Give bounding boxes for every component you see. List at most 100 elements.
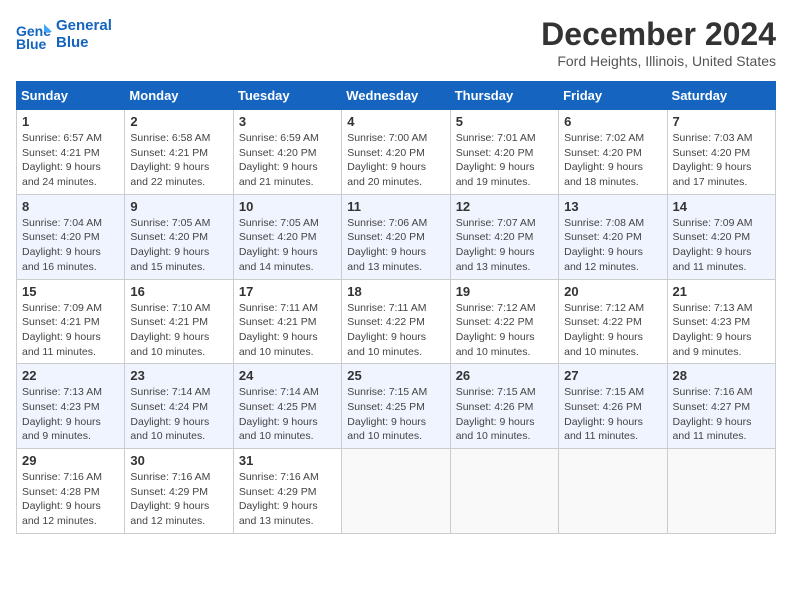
day-number: 19 — [456, 284, 553, 299]
table-cell: 20 Sunrise: 7:12 AMSunset: 4:22 PMDayligh… — [559, 279, 667, 364]
day-info: Sunrise: 7:16 AMSunset: 4:28 PMDaylight:… — [22, 470, 119, 529]
table-cell: 9 Sunrise: 7:05 AMSunset: 4:20 PMDaylight… — [125, 194, 233, 279]
logo-icon: General Blue — [16, 16, 52, 52]
day-number: 29 — [22, 453, 119, 468]
month-title: December 2024 — [541, 16, 776, 53]
col-sunday: Sunday — [17, 82, 125, 110]
table-cell — [450, 449, 558, 534]
table-cell: 3Sunrise: 6:59 AMSunset: 4:20 PMDaylight… — [233, 110, 341, 195]
day-number: 11 — [347, 199, 444, 214]
day-number: 17 — [239, 284, 336, 299]
table-cell: 1 Sunrise: 6:57 AMSunset: 4:21 PMDaylight… — [17, 110, 125, 195]
table-cell: 12 Sunrise: 7:07 AMSunset: 4:20 PMDayligh… — [450, 194, 558, 279]
table-cell: 17Sunrise: 7:11 AMSunset: 4:21 PMDayligh… — [233, 279, 341, 364]
day-info: Sunrise: 7:12 AMSunset: 4:22 PMDaylight:… — [456, 301, 553, 360]
logo-line2: Blue — [56, 34, 112, 51]
table-cell: 30 Sunrise: 7:16 AMSunset: 4:29 PMDayligh… — [125, 449, 233, 534]
table-cell: 14 Sunrise: 7:09 AMSunset: 4:20 PMDayligh… — [667, 194, 775, 279]
col-saturday: Saturday — [667, 82, 775, 110]
day-info: Sunrise: 7:13 AMSunset: 4:23 PMDaylight:… — [673, 301, 770, 360]
day-info: Sunrise: 7:03 AMSunset: 4:20 PMDaylight:… — [673, 131, 770, 190]
page-header: General Blue General Blue December 2024 … — [16, 16, 776, 69]
table-cell: 13Sunrise: 7:08 AMSunset: 4:20 PMDayligh… — [559, 194, 667, 279]
day-info: Sunrise: 7:00 AMSunset: 4:20 PMDaylight:… — [347, 131, 444, 190]
table-cell: 19 Sunrise: 7:12 AMSunset: 4:22 PMDayligh… — [450, 279, 558, 364]
day-number: 31 — [239, 453, 336, 468]
day-info: Sunrise: 7:15 AMSunset: 4:25 PMDaylight:… — [347, 385, 444, 444]
day-info: Sunrise: 6:59 AMSunset: 4:20 PMDaylight:… — [239, 131, 336, 190]
day-info: Sunrise: 7:14 AMSunset: 4:25 PMDaylight:… — [239, 385, 336, 444]
table-cell: 24 Sunrise: 7:14 AMSunset: 4:25 PMDayligh… — [233, 364, 341, 449]
col-friday: Friday — [559, 82, 667, 110]
day-number: 24 — [239, 368, 336, 383]
table-cell: 10Sunrise: 7:05 AMSunset: 4:20 PMDayligh… — [233, 194, 341, 279]
day-number: 21 — [673, 284, 770, 299]
day-info: Sunrise: 7:09 AMSunset: 4:21 PMDaylight:… — [22, 301, 119, 360]
day-info: Sunrise: 7:14 AMSunset: 4:24 PMDaylight:… — [130, 385, 227, 444]
day-info: Sunrise: 6:57 AMSunset: 4:21 PMDaylight:… — [22, 131, 119, 190]
day-number: 27 — [564, 368, 661, 383]
table-cell: 23 Sunrise: 7:14 AMSunset: 4:24 PMDayligh… — [125, 364, 233, 449]
day-number: 18 — [347, 284, 444, 299]
day-info: Sunrise: 7:05 AMSunset: 4:20 PMDaylight:… — [130, 216, 227, 275]
table-cell: 11 Sunrise: 7:06 AMSunset: 4:20 PMDayligh… — [342, 194, 450, 279]
day-info: Sunrise: 7:13 AMSunset: 4:23 PMDaylight:… — [22, 385, 119, 444]
day-number: 7 — [673, 114, 770, 129]
table-cell: 7 Sunrise: 7:03 AMSunset: 4:20 PMDaylight… — [667, 110, 775, 195]
day-number: 30 — [130, 453, 227, 468]
table-cell: 16Sunrise: 7:10 AMSunset: 4:21 PMDayligh… — [125, 279, 233, 364]
day-number: 20 — [564, 284, 661, 299]
day-number: 2 — [130, 114, 227, 129]
day-number: 12 — [456, 199, 553, 214]
day-number: 28 — [673, 368, 770, 383]
calendar-row: 15 Sunrise: 7:09 AMSunset: 4:21 PMDayligh… — [17, 279, 776, 364]
day-number: 15 — [22, 284, 119, 299]
logo-line1: General — [56, 17, 112, 34]
day-number: 25 — [347, 368, 444, 383]
day-number: 26 — [456, 368, 553, 383]
table-cell: 26 Sunrise: 7:15 AMSunset: 4:26 PMDayligh… — [450, 364, 558, 449]
day-number: 1 — [22, 114, 119, 129]
day-info: Sunrise: 7:10 AMSunset: 4:21 PMDaylight:… — [130, 301, 227, 360]
day-info: Sunrise: 7:09 AMSunset: 4:20 PMDaylight:… — [673, 216, 770, 275]
table-cell: 15 Sunrise: 7:09 AMSunset: 4:21 PMDayligh… — [17, 279, 125, 364]
col-wednesday: Wednesday — [342, 82, 450, 110]
col-thursday: Thursday — [450, 82, 558, 110]
table-cell: 29 Sunrise: 7:16 AMSunset: 4:28 PMDayligh… — [17, 449, 125, 534]
day-info: Sunrise: 7:06 AMSunset: 4:20 PMDaylight:… — [347, 216, 444, 275]
day-number: 22 — [22, 368, 119, 383]
day-info: Sunrise: 7:04 AMSunset: 4:20 PMDaylight:… — [22, 216, 119, 275]
day-info: Sunrise: 7:15 AMSunset: 4:26 PMDaylight:… — [456, 385, 553, 444]
day-info: Sunrise: 7:16 AMSunset: 4:27 PMDaylight:… — [673, 385, 770, 444]
day-number: 6 — [564, 114, 661, 129]
day-info: Sunrise: 6:58 AMSunset: 4:21 PMDaylight:… — [130, 131, 227, 190]
logo: General Blue General Blue — [16, 16, 112, 52]
day-info: Sunrise: 7:07 AMSunset: 4:20 PMDaylight:… — [456, 216, 553, 275]
table-cell: 22 Sunrise: 7:13 AMSunset: 4:23 PMDayligh… — [17, 364, 125, 449]
day-info: Sunrise: 7:05 AMSunset: 4:20 PMDaylight:… — [239, 216, 336, 275]
col-tuesday: Tuesday — [233, 82, 341, 110]
day-info: Sunrise: 7:15 AMSunset: 4:26 PMDaylight:… — [564, 385, 661, 444]
day-number: 23 — [130, 368, 227, 383]
table-cell: 5 Sunrise: 7:01 AMSunset: 4:20 PMDaylight… — [450, 110, 558, 195]
table-cell: 8Sunrise: 7:04 AMSunset: 4:20 PMDaylight… — [17, 194, 125, 279]
day-number: 5 — [456, 114, 553, 129]
day-info: Sunrise: 7:11 AMSunset: 4:22 PMDaylight:… — [347, 301, 444, 360]
calendar-row: 22 Sunrise: 7:13 AMSunset: 4:23 PMDayligh… — [17, 364, 776, 449]
calendar-table: Sunday Monday Tuesday Wednesday Thursday… — [16, 81, 776, 534]
day-number: 4 — [347, 114, 444, 129]
day-info: Sunrise: 7:02 AMSunset: 4:20 PMDaylight:… — [564, 131, 661, 190]
table-cell — [559, 449, 667, 534]
svg-text:Blue: Blue — [16, 36, 47, 52]
day-info: Sunrise: 7:12 AMSunset: 4:22 PMDaylight:… — [564, 301, 661, 360]
day-number: 14 — [673, 199, 770, 214]
day-info: Sunrise: 7:16 AMSunset: 4:29 PMDaylight:… — [130, 470, 227, 529]
table-cell: 28 Sunrise: 7:16 AMSunset: 4:27 PMDayligh… — [667, 364, 775, 449]
calendar-row: 29 Sunrise: 7:16 AMSunset: 4:28 PMDayligh… — [17, 449, 776, 534]
table-cell: 27 Sunrise: 7:15 AMSunset: 4:26 PMDayligh… — [559, 364, 667, 449]
calendar-row: 8Sunrise: 7:04 AMSunset: 4:20 PMDaylight… — [17, 194, 776, 279]
day-number: 9 — [130, 199, 227, 214]
table-cell: 4 Sunrise: 7:00 AMSunset: 4:20 PMDaylight… — [342, 110, 450, 195]
col-monday: Monday — [125, 82, 233, 110]
day-info: Sunrise: 7:01 AMSunset: 4:20 PMDaylight:… — [456, 131, 553, 190]
